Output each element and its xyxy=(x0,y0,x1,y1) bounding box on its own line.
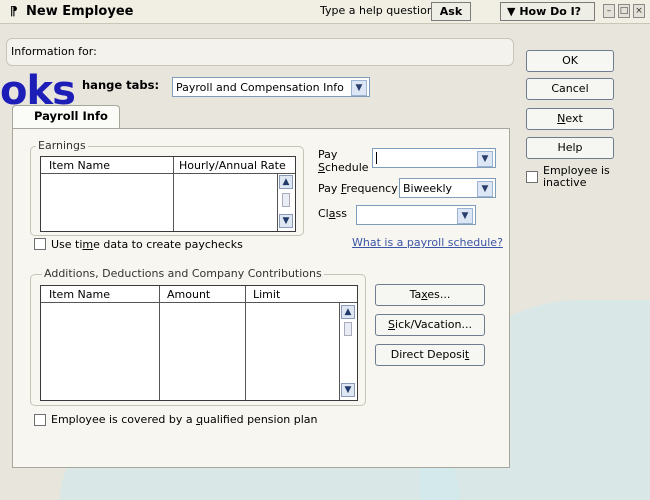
pay-frequency-label: Pay Frequency xyxy=(318,182,398,195)
text-cursor xyxy=(376,152,377,164)
next-button-label: Next xyxy=(557,112,583,125)
scroll-down-icon[interactable]: ▼ xyxy=(341,383,355,397)
earnings-header-divider xyxy=(41,173,295,174)
scroll-down-icon[interactable]: ▼ xyxy=(279,214,293,228)
ok-button[interactable]: OK xyxy=(526,50,614,72)
pension-plan-checkbox[interactable] xyxy=(34,414,46,426)
help-button[interactable]: Help xyxy=(526,137,614,159)
earnings-column-divider xyxy=(173,157,174,231)
chevron-down-icon: ▼ xyxy=(477,151,493,167)
additions-col-item-name: Item Name xyxy=(49,288,110,301)
chevron-down-icon: ▼ xyxy=(477,181,493,197)
scroll-thumb[interactable] xyxy=(282,193,290,207)
earnings-table[interactable]: Item Name Hourly/Annual Rate ▲ ▼ xyxy=(40,156,296,232)
how-do-i-label: How Do I? xyxy=(519,5,582,18)
information-for-label: Information for: xyxy=(11,45,97,58)
earnings-group-title: Earnings xyxy=(36,139,88,152)
tab-payroll-info-label: Payroll Info xyxy=(34,109,108,123)
employee-inactive-label-2: inactive xyxy=(543,176,587,189)
scroll-thumb[interactable] xyxy=(344,322,352,336)
minimize-icon[interactable]: – xyxy=(603,4,615,18)
pay-frequency-select[interactable]: Biweekly ▼ xyxy=(399,178,496,198)
taxes-button[interactable]: Taxes... xyxy=(375,284,485,306)
additions-column-divider-1 xyxy=(159,286,160,400)
earnings-scrollbar-divider xyxy=(277,173,278,231)
cancel-button[interactable]: Cancel xyxy=(526,78,614,100)
close-icon[interactable]: × xyxy=(633,4,645,18)
help-question-input[interactable]: Type a help question xyxy=(320,4,434,17)
earnings-col-rate: Hourly/Annual Rate xyxy=(179,159,286,172)
use-time-data-checkbox[interactable] xyxy=(34,238,46,250)
chevron-down-icon: ▼ xyxy=(457,208,473,224)
additions-column-divider-2 xyxy=(245,286,246,400)
pension-plan-label: Employee is covered by a qualified pensi… xyxy=(51,413,318,426)
restore-icon[interactable]: □ xyxy=(618,4,630,18)
pay-schedule-label-2: Schedule xyxy=(318,161,369,174)
additions-col-amount: Amount xyxy=(167,288,211,301)
next-button[interactable]: Next xyxy=(526,108,614,130)
change-tabs-select[interactable]: Payroll and Compensation Info ▼ xyxy=(172,77,370,97)
direct-deposit-button-label: Direct Deposit xyxy=(390,348,470,361)
change-tabs-value: Payroll and Compensation Info xyxy=(176,81,344,94)
change-tabs-label: hange tabs: xyxy=(82,78,160,92)
window-title: New Employee xyxy=(26,4,134,19)
sick-vacation-button-label: Sick/Vacation... xyxy=(388,318,472,331)
sick-vacation-button[interactable]: Sick/Vacation... xyxy=(375,314,485,336)
taxes-button-label: Taxes... xyxy=(409,288,451,301)
pay-frequency-value: Biweekly xyxy=(403,182,453,195)
employee-inactive-checkbox[interactable] xyxy=(526,171,538,183)
scroll-up-icon[interactable]: ▲ xyxy=(341,305,355,319)
information-for-field[interactable]: Information for: xyxy=(6,38,514,66)
additions-scrollbar-divider xyxy=(339,302,340,400)
ask-button[interactable]: Ask xyxy=(431,2,471,21)
scroll-up-icon[interactable]: ▲ xyxy=(279,175,293,189)
additions-col-limit: Limit xyxy=(253,288,281,301)
how-do-i-button[interactable]: ▼ How Do I? xyxy=(500,2,595,21)
class-select[interactable]: ▼ xyxy=(356,205,476,225)
triangle-down-icon: ▼ xyxy=(507,5,516,18)
pay-schedule-label-1: Pay xyxy=(318,148,338,161)
chevron-down-icon: ▼ xyxy=(351,80,367,96)
payroll-schedule-link[interactable]: What is a payroll schedule? xyxy=(352,236,503,249)
direct-deposit-button[interactable]: Direct Deposit xyxy=(375,344,485,366)
earnings-col-item-name: Item Name xyxy=(49,159,110,172)
additions-group-title: Additions, Deductions and Company Contri… xyxy=(42,267,324,280)
additions-header-divider xyxy=(41,302,357,303)
use-time-data-label: Use time data to create paychecks xyxy=(51,238,243,251)
class-label: Class xyxy=(318,207,347,220)
employee-inactive-label: Employee is inactive xyxy=(543,165,610,189)
window-grip-icon: ⁋ xyxy=(10,4,18,18)
pay-schedule-select[interactable]: ▼ xyxy=(372,148,496,168)
additions-table[interactable]: Item Name Amount Limit ▲ ▼ xyxy=(40,285,358,401)
